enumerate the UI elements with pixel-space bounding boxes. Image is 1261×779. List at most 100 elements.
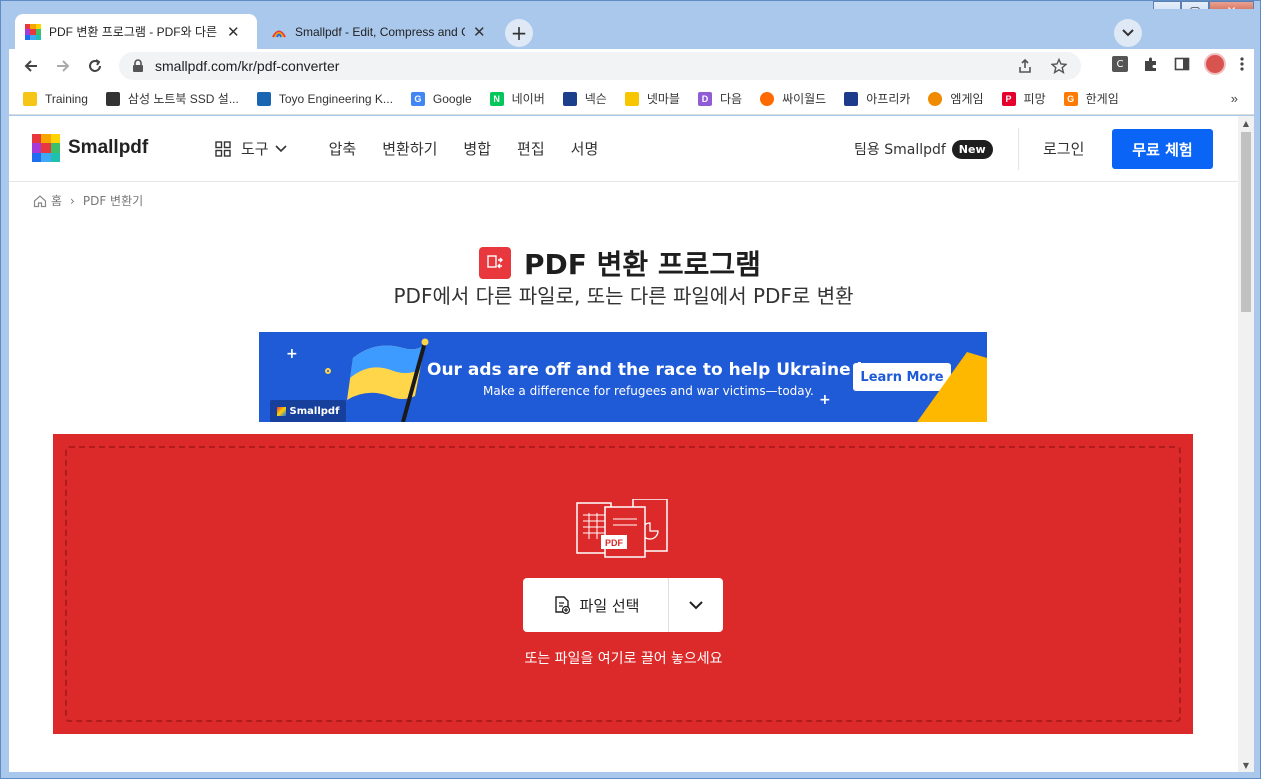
afreeca-icon: [844, 91, 859, 106]
tab-search-button[interactable]: [1114, 19, 1142, 47]
bookmark-item[interactable]: 싸이월드: [760, 90, 826, 107]
bookmark-label: 엠게임: [950, 92, 984, 106]
chevron-down-icon: [689, 600, 703, 609]
pmang-icon: P: [1001, 91, 1016, 106]
menu-kebab-icon[interactable]: [1240, 56, 1244, 72]
free-trial-button[interactable]: 무료 체험: [1112, 129, 1213, 169]
url-text: smallpdf.com/kr/pdf-converter: [155, 58, 340, 74]
file-add-icon: [554, 596, 570, 615]
tab-smallpdf-home[interactable]: Smallpdf - Edit, Compress and Co ✕: [261, 14, 497, 49]
reload-button[interactable]: [79, 50, 111, 82]
breadcrumb: 홈 › PDF 변환기: [33, 192, 143, 209]
bookmark-item[interactable]: D 다음: [697, 90, 743, 107]
choose-file-dropdown-button[interactable]: [669, 578, 723, 632]
nav-item-compress[interactable]: 압축: [329, 138, 357, 159]
tab-pdf-converter[interactable]: PDF 변환 프로그램 - PDF와 다른 ✕: [15, 14, 257, 49]
banner-tag-label: Smallpdf: [289, 405, 340, 417]
bookmark-label: Google: [432, 91, 472, 106]
page-title-row: PDF 변환 프로그램: [479, 243, 761, 283]
bookmark-item[interactable]: G Google: [410, 91, 472, 106]
pdf-illustration-label: PDF: [605, 538, 624, 548]
tools-menu-button[interactable]: 도구: [215, 138, 287, 159]
bookmark-item[interactable]: 삼성 노트북 SSD 설...: [105, 90, 239, 107]
lock-icon: [133, 59, 143, 72]
convert-arrows-icon: [487, 255, 503, 269]
plus-decoration-icon: +: [819, 392, 831, 408]
close-tab-icon[interactable]: ✕: [227, 23, 240, 41]
site-header: Smallpdf 도구 압축 변환하기 병합 편집 서명 팀용 Smallpdf…: [9, 116, 1238, 182]
tab-title: Smallpdf - Edit, Compress and Co: [295, 24, 465, 39]
page-subtitle: PDF에서 다른 파일로, 또는 다른 파일에서 PDF로 변환: [393, 284, 854, 308]
profile-avatar[interactable]: [1204, 53, 1226, 75]
address-bar[interactable]: smallpdf.com/kr/pdf-converter: [119, 52, 1081, 80]
google-icon: G: [410, 91, 425, 106]
ukraine-ad-banner[interactable]: + + Our ads are off and the race to help…: [259, 332, 987, 422]
bookmark-item[interactable]: 엠게임: [928, 90, 984, 107]
chevron-down-icon: [1122, 29, 1134, 37]
new-tab-button[interactable]: +: [505, 19, 533, 47]
share-icon[interactable]: [1017, 58, 1033, 74]
reload-icon: [89, 59, 101, 72]
bookmark-label: Toyo Engineering K...: [278, 91, 393, 106]
scroll-thumb[interactable]: [1241, 132, 1251, 312]
close-tab-icon[interactable]: ✕: [473, 23, 486, 41]
page-viewport: Smallpdf 도구 압축 변환하기 병합 편집 서명 팀용 Smallpdf…: [9, 116, 1238, 772]
hangame-icon: G: [1063, 91, 1078, 106]
bookmark-item[interactable]: 넷마블: [624, 90, 680, 107]
cyworld-icon: [760, 91, 775, 106]
files-illustration-icon: PDF: [576, 499, 668, 558]
bookmark-item[interactable]: P 피망: [1001, 90, 1046, 107]
bookmark-item[interactable]: G 한게임: [1063, 90, 1119, 107]
chevron-down-icon: [275, 144, 287, 152]
nav-item-edit[interactable]: 편집: [517, 138, 545, 159]
back-button[interactable]: [15, 50, 47, 82]
bookmark-label: Training: [45, 91, 88, 106]
bookmark-label: 다음: [719, 92, 743, 106]
breadcrumb-current: PDF 변환기: [82, 194, 144, 208]
browser-window: ▁ ▢ ✕ PDF 변환 프로그램 - PDF와 다른 ✕ Smallpdf -…: [0, 0, 1261, 779]
nav-item-convert[interactable]: 변환하기: [382, 138, 437, 159]
grid-icon: [215, 140, 231, 157]
bookmark-item[interactable]: Training: [23, 91, 88, 106]
bookmark-item[interactable]: N 네이버: [489, 90, 545, 107]
page-scrollbar[interactable]: ▲ ▼: [1238, 116, 1254, 772]
choose-file-button[interactable]: 파일 선택: [523, 578, 669, 632]
bookmark-item[interactable]: 넥슨: [562, 90, 607, 107]
bookmark-label: 싸이월드: [782, 92, 827, 106]
puzzle-icon[interactable]: [1142, 55, 1160, 73]
smallpdf-mini-logo-icon: [276, 406, 286, 416]
bookmark-item[interactable]: Toyo Engineering K...: [256, 91, 393, 106]
smallpdf-logo[interactable]: Smallpdf: [32, 134, 148, 162]
bookmark-star-icon[interactable]: [1051, 58, 1067, 74]
omnibox-actions: [1017, 58, 1067, 74]
nexon-icon: [562, 91, 577, 106]
extension-c-icon[interactable]: C: [1112, 56, 1128, 72]
side-panel-icon[interactable]: [1174, 56, 1190, 72]
header-divider: [1018, 128, 1019, 170]
bookmark-item[interactable]: 아프리카: [844, 90, 910, 107]
extension-area: C: [1112, 53, 1244, 75]
nav-item-sign[interactable]: 서명: [571, 138, 599, 159]
page-title: PDF 변환 프로그램: [524, 248, 761, 281]
bookmarks-overflow-button[interactable]: »: [1231, 91, 1238, 106]
scroll-up-arrow-icon[interactable]: ▲: [1238, 116, 1254, 130]
new-badge: New: [951, 139, 993, 159]
dot-decoration-icon: [325, 368, 331, 374]
ukraine-flag-icon: [347, 338, 429, 422]
daum-icon: D: [697, 91, 712, 106]
tab-strip: PDF 변환 프로그램 - PDF와 다른 ✕ Smallpdf - Edit,…: [9, 9, 1254, 49]
bookmarks-bar: Training 삼성 노트북 SSD 설... Toyo Engineerin…: [9, 83, 1254, 115]
main-nav: 도구 압축 변환하기 병합 편집 서명: [215, 138, 624, 159]
banner-subtext: Make a difference for refugees and war v…: [483, 384, 814, 398]
arrow-left-icon: [24, 60, 37, 72]
scroll-down-arrow-icon[interactable]: ▼: [1238, 758, 1254, 772]
team-smallpdf-link[interactable]: 팀용 Smallpdf New: [854, 139, 993, 159]
smallpdf-rainbow-favicon-icon: [272, 30, 286, 38]
bookmark-label: 피망: [1023, 92, 1046, 106]
login-link[interactable]: 로그인: [1043, 138, 1084, 159]
folder-icon: [23, 91, 37, 106]
forward-button[interactable]: [47, 50, 79, 82]
nav-item-merge[interactable]: 병합: [463, 138, 491, 159]
breadcrumb-home[interactable]: 홈: [51, 192, 62, 209]
bookmark-label: 아프리카: [866, 92, 911, 106]
